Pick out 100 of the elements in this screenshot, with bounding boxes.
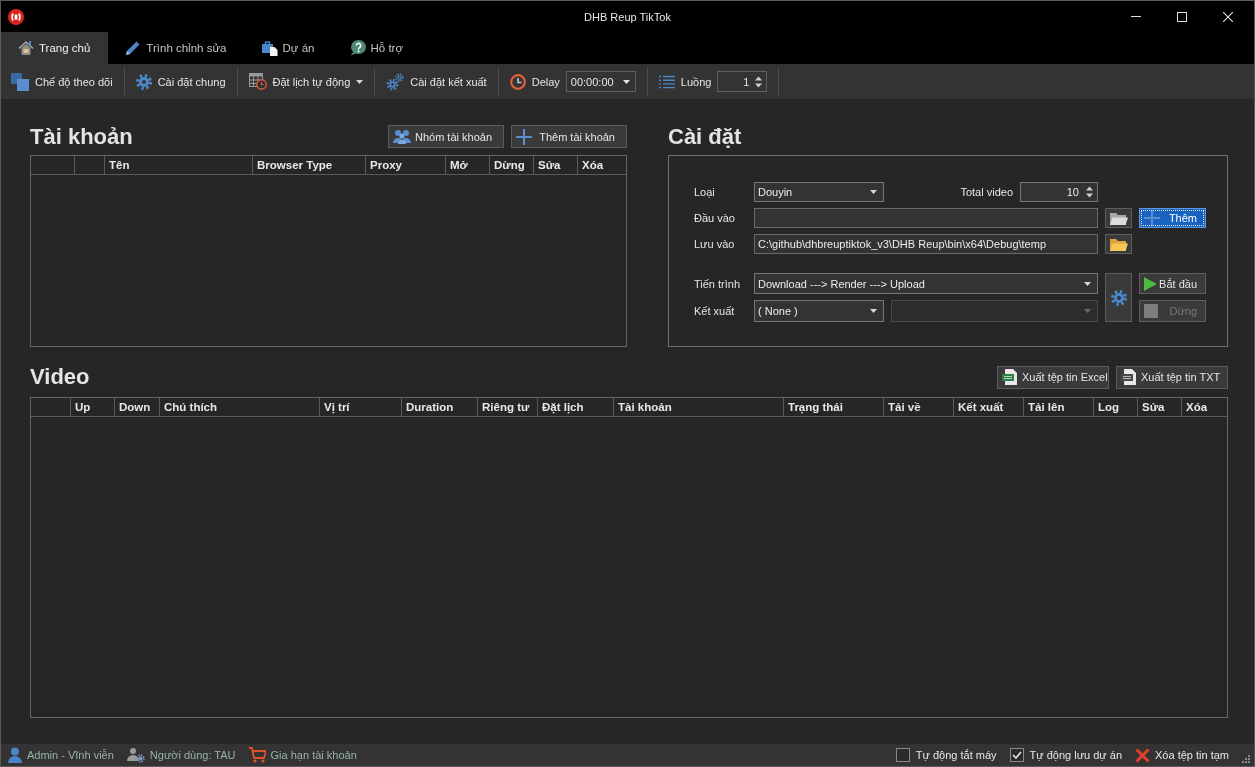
column-header[interactable]: Sửa [534, 156, 578, 175]
column-header[interactable]: Tải lên [1024, 398, 1094, 417]
caret-icon [870, 309, 877, 313]
maximize-icon [1177, 11, 1187, 22]
export-button[interactable]: Xuất tệp tin Excel [997, 365, 1109, 389]
column-header[interactable]: Tải về [884, 398, 954, 417]
briefcase-icon [261, 40, 278, 56]
section-title: Cài đặt [668, 123, 742, 150]
cart-icon [248, 747, 266, 763]
export-button[interactable]: Xuất tệp tin TXT [1116, 365, 1228, 389]
user-gear-icon [126, 747, 145, 763]
caret-icon [356, 79, 364, 84]
field-label: Lưu vào [694, 238, 736, 250]
clock-icon [509, 73, 526, 90]
plus-icon [516, 128, 532, 145]
caret-icon [870, 190, 877, 194]
column-header[interactable]: Mở [446, 156, 490, 175]
checkmark-icon [1011, 751, 1022, 759]
field-label: Đầu vào [694, 212, 736, 224]
folder-icon [1109, 236, 1128, 252]
column-header[interactable]: Log [1094, 398, 1138, 417]
column-header[interactable]: Dừng [490, 156, 534, 175]
status-label: Admin - Vĩnh viễn [27, 749, 114, 761]
resize-grip-icon [1241, 754, 1250, 763]
browse-button[interactable] [1105, 234, 1132, 254]
column-header[interactable]: Riêng tư [478, 398, 538, 417]
dropdown[interactable]: Douyin [754, 182, 884, 202]
column-header[interactable] [75, 156, 105, 175]
cross-icon [1135, 747, 1150, 763]
column-header[interactable]: Tài khoản [614, 398, 784, 417]
column-header[interactable]: Tên [105, 156, 253, 175]
spin-arrows-icon [755, 75, 763, 88]
field-label: Kết xuất [694, 305, 736, 317]
checkbox-label: Tự động lưu dự án [1029, 749, 1122, 761]
field-label: Total video [960, 186, 1013, 198]
user-icon [8, 747, 22, 763]
caret-icon [1084, 309, 1091, 313]
checkbox[interactable] [895, 748, 910, 762]
toolbar-button[interactable]: Chế độ theo dõi [5, 68, 119, 95]
column-header[interactable]: Down [115, 398, 160, 417]
column-header[interactable]: Vị trí [320, 398, 402, 417]
account-action-button[interactable]: Thêm tài khoản [511, 125, 627, 148]
checkbox[interactable] [1009, 748, 1024, 762]
section-title: Video [30, 364, 90, 390]
add-button[interactable]: Thêm [1139, 208, 1206, 228]
column-header[interactable]: Proxy [366, 156, 446, 175]
column-header[interactable]: Xóa [578, 156, 626, 175]
browse-button[interactable] [1105, 208, 1132, 228]
start-button[interactable]: Bắt đầu [1139, 273, 1206, 294]
section-title: Tài khoản [30, 123, 133, 150]
toolbar-button[interactable]: Cài đặt kết xuất [380, 68, 493, 95]
text-file-icon [1121, 369, 1136, 385]
text-field[interactable]: C:\github\dhbreuptiktok_v3\DHB Reup\bin\x64\Debug\temp [754, 234, 1098, 254]
column-header[interactable]: Sửa [1138, 398, 1182, 417]
overlapping-squares-icon [11, 72, 29, 91]
help-icon [349, 40, 366, 56]
status-label: Người dùng: TAU [149, 749, 236, 761]
close-icon [1223, 11, 1233, 22]
spin-field[interactable]: 1 [717, 71, 768, 92]
tab[interactable]: Trang chủ [1, 32, 109, 64]
dropdown[interactable]: ( None ) [754, 300, 884, 322]
column-header[interactable]: Chú thích [160, 398, 320, 417]
column-header[interactable] [31, 398, 71, 417]
users-icon [393, 129, 411, 144]
play-icon [1144, 276, 1157, 291]
minimize-icon [1131, 16, 1141, 17]
stop-icon [1144, 304, 1158, 318]
plus-icon [1144, 210, 1160, 226]
time-dropdown[interactable]: 00:00:00 [565, 71, 636, 92]
column-header[interactable]: Up [71, 398, 115, 417]
delete-temp-button[interactable]: Xóa tệp tin tạm [1135, 747, 1229, 763]
toolbar-menu-button[interactable]: Đặt lịch tự động [242, 68, 370, 95]
calendar-clock-icon [248, 73, 267, 90]
window-title: DHB Reup TikTok [584, 10, 671, 23]
app-logo-icon [8, 8, 24, 25]
column-header[interactable]: Trạng thái [784, 398, 884, 417]
column-header[interactable]: Đặt lịch [538, 398, 614, 417]
column-header[interactable]: Browser Type [253, 156, 366, 175]
settings-button[interactable] [1105, 273, 1132, 322]
caret-icon [622, 79, 630, 84]
caret-icon [1084, 281, 1091, 286]
settings-icon [135, 73, 152, 90]
folder-icon [1109, 210, 1128, 226]
field-label: Tiến trình [694, 277, 742, 290]
dropdown[interactable]: Download ---> Render ---> Upload [754, 273, 1098, 294]
account-action-button[interactable]: Nhóm tài khoản [388, 125, 504, 148]
toolbar-button[interactable]: Cài đặt chung [129, 68, 232, 95]
column-header[interactable]: Duration [402, 398, 478, 417]
checkbox-label: Tự động tắt máy [915, 749, 997, 761]
toolbar-label: Delay [531, 75, 560, 88]
spin-field[interactable]: 10 [1020, 182, 1098, 202]
column-header[interactable]: Xóa [1182, 398, 1227, 417]
text-field[interactable] [754, 208, 1098, 228]
field-label: Loại [694, 186, 716, 198]
column-header[interactable]: Kết xuất [954, 398, 1024, 417]
list-icon [658, 74, 675, 89]
column-header[interactable] [31, 156, 75, 175]
pencil-icon [125, 40, 142, 56]
spin-arrows-icon [1086, 186, 1093, 198]
settings-icon [1110, 289, 1127, 306]
